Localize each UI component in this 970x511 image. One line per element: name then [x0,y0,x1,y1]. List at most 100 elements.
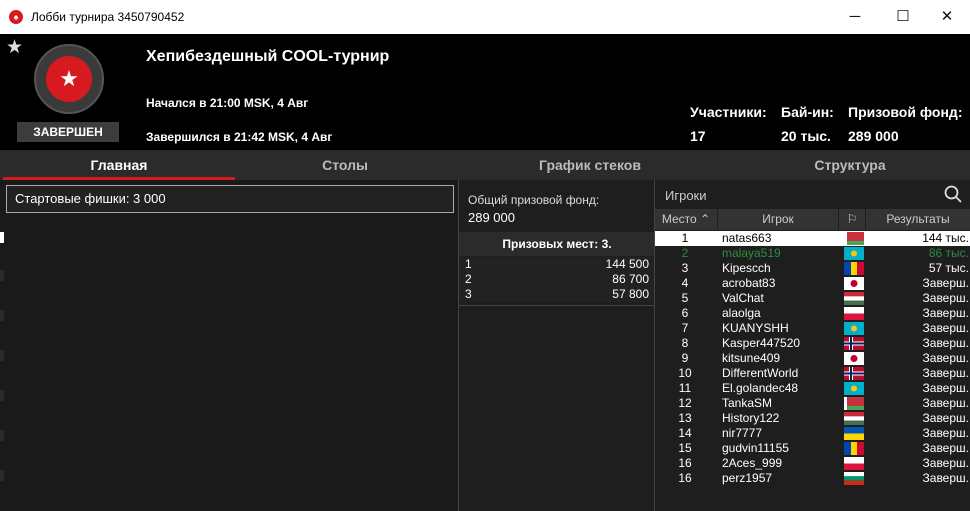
minimize-button[interactable]: ─ [832,0,878,34]
kazakhstan-flag-icon [844,322,864,335]
status-badge: ЗАВЕРШЕН [17,122,119,142]
player-name: natas663 [722,231,772,245]
prize-pool-label: Призовой фонд: [848,104,963,120]
player-place: 16 [678,456,692,470]
player-name: gudvin11155 [722,441,789,455]
player-row[interactable]: 13 History122 Заверш. [655,411,970,426]
player-place: 7 [681,321,689,335]
player-place: 11 [678,381,692,395]
player-place: 3 [681,261,689,275]
players-search[interactable]: Игроки [655,180,970,209]
japan-flag-icon [844,352,864,365]
player-result: Заверш. [922,276,969,290]
player-row[interactable]: 15 gudvin11155 Заверш. [655,441,970,456]
player-place: 1 [681,231,689,245]
player-row[interactable]: 3 Kipescch 57 тыс. [655,261,970,276]
norway-flag-icon [844,367,864,380]
player-name: TankaSM [722,396,773,410]
divider [459,305,655,306]
flag-icon: ⚐ [846,212,858,226]
ukraine-flag-icon [844,427,864,440]
player-place: 4 [681,276,689,290]
player-row[interactable]: 16 2Aces_999 Заверш. [655,456,970,471]
maximize-button[interactable]: ☐ [880,0,926,34]
player-name: malaya519 [722,246,781,260]
favorite-star-icon[interactable]: ★ [6,36,23,59]
player-row[interactable]: 12 TankaSM Заверш. [655,396,970,411]
player-name: perz1957 [722,471,773,485]
search-icon[interactable] [944,185,962,203]
player-result: Заверш. [922,351,969,365]
player-name: 2Aces_999 [722,456,783,470]
player-row[interactable]: 2 malaya519 86 тыс. [655,246,970,261]
window-title: Лобби турнира 3450790452 [31,10,185,24]
player-result: Заверш. [922,306,969,320]
close-button[interactable]: ✕ [924,0,970,34]
belarus-flag-icon [844,232,864,245]
player-place: 5 [681,291,689,305]
tab-tables[interactable]: Столы [235,150,455,180]
starting-chips-box: Стартовые фишки: 3 000 [6,185,454,213]
player-result: Заверш. [922,396,969,410]
prize-place: 3 [465,287,472,301]
sort-asc-icon: ⌃ [700,212,711,226]
player-place: 8 [681,336,689,350]
tab-bar: Главная Столы График стеков Структура [0,150,970,180]
player-row[interactable]: 16 perz1957 Заверш. [655,471,970,486]
pokerstars-icon: ♠ [9,10,23,24]
player-name: alaolga [722,306,761,320]
belarus-flag-icon [844,397,864,410]
players-search-label: Игроки [665,188,707,203]
buyin-label: Бай-ин: [781,104,834,120]
player-place: 14 [678,426,692,440]
scroll-edge-marker [0,232,4,243]
player-row[interactable]: 5 ValChat Заверш. [655,291,970,306]
player-name: nir7777 [722,426,763,440]
player-name: kitsune409 [722,351,781,365]
main-info-panel: Стартовые фишки: 3 000 [0,180,458,511]
player-row[interactable]: 7 KUANYSHH Заверш. [655,321,970,336]
player-result: Заверш. [922,291,969,305]
scroll-edge-marker [0,270,4,281]
player-place: 6 [681,306,689,320]
player-row[interactable]: 8 Kasper447520 Заверш. [655,336,970,351]
tournament-name: Хепибездешный COOL-турнир [146,48,390,65]
player-row[interactable]: 9 kitsune409 Заверш. [655,351,970,366]
prize-place: 2 [465,272,472,286]
column-flag[interactable]: ⚐ [839,209,866,230]
player-row[interactable]: 1 natas663 144 тыс. [655,231,970,246]
buyin-value: 20 тыс. [781,128,831,144]
player-row[interactable]: 4 acrobat83 Заверш. [655,276,970,291]
player-row[interactable]: 10 DifferentWorld Заверш. [655,366,970,381]
prize-row: 3 57 800 [459,287,655,302]
paid-places-header: Призовых мест: 3. [459,232,655,256]
prizes-panel: Общий призовой фонд: 289 000 Призовых ме… [458,180,655,511]
tournament-logo: ★ [34,44,104,114]
player-result: 144 тыс. [922,231,969,245]
scroll-edge-marker [0,350,4,361]
player-row[interactable]: 11 El.golandec48 Заверш. [655,381,970,396]
hungary-flag-icon [844,292,864,305]
finish-time: Завершился в 21:42 MSK, 4 Авг [146,130,333,144]
tab-structure[interactable]: Структура [730,150,970,180]
player-name: El.golandec48 [722,381,799,395]
prize-row: 1 144 500 [459,257,655,272]
tab-main[interactable]: Главная [3,150,235,180]
total-prize-pool-label: Общий призовой фонд: [468,193,600,207]
player-name: acrobat83 [722,276,776,290]
scroll-edge-marker [0,430,4,441]
column-result[interactable]: Результаты [866,209,970,230]
player-name: ValChat [722,291,764,305]
tab-stack-chart[interactable]: График стеков [470,150,710,180]
player-place: 13 [678,411,692,425]
player-row[interactable]: 6 alaolga Заверш. [655,306,970,321]
player-result: 57 тыс. [928,261,969,275]
scroll-edge-marker [0,470,4,481]
player-row[interactable]: 14 nir7777 Заверш. [655,426,970,441]
column-player[interactable]: Игрок [718,209,839,230]
column-place[interactable]: Место ⌃ [655,209,718,230]
player-place: 15 [678,441,692,455]
total-prize-pool-value: 289 000 [468,210,515,225]
moldova-flag-icon [844,262,864,275]
player-result: Заверш. [922,336,969,350]
